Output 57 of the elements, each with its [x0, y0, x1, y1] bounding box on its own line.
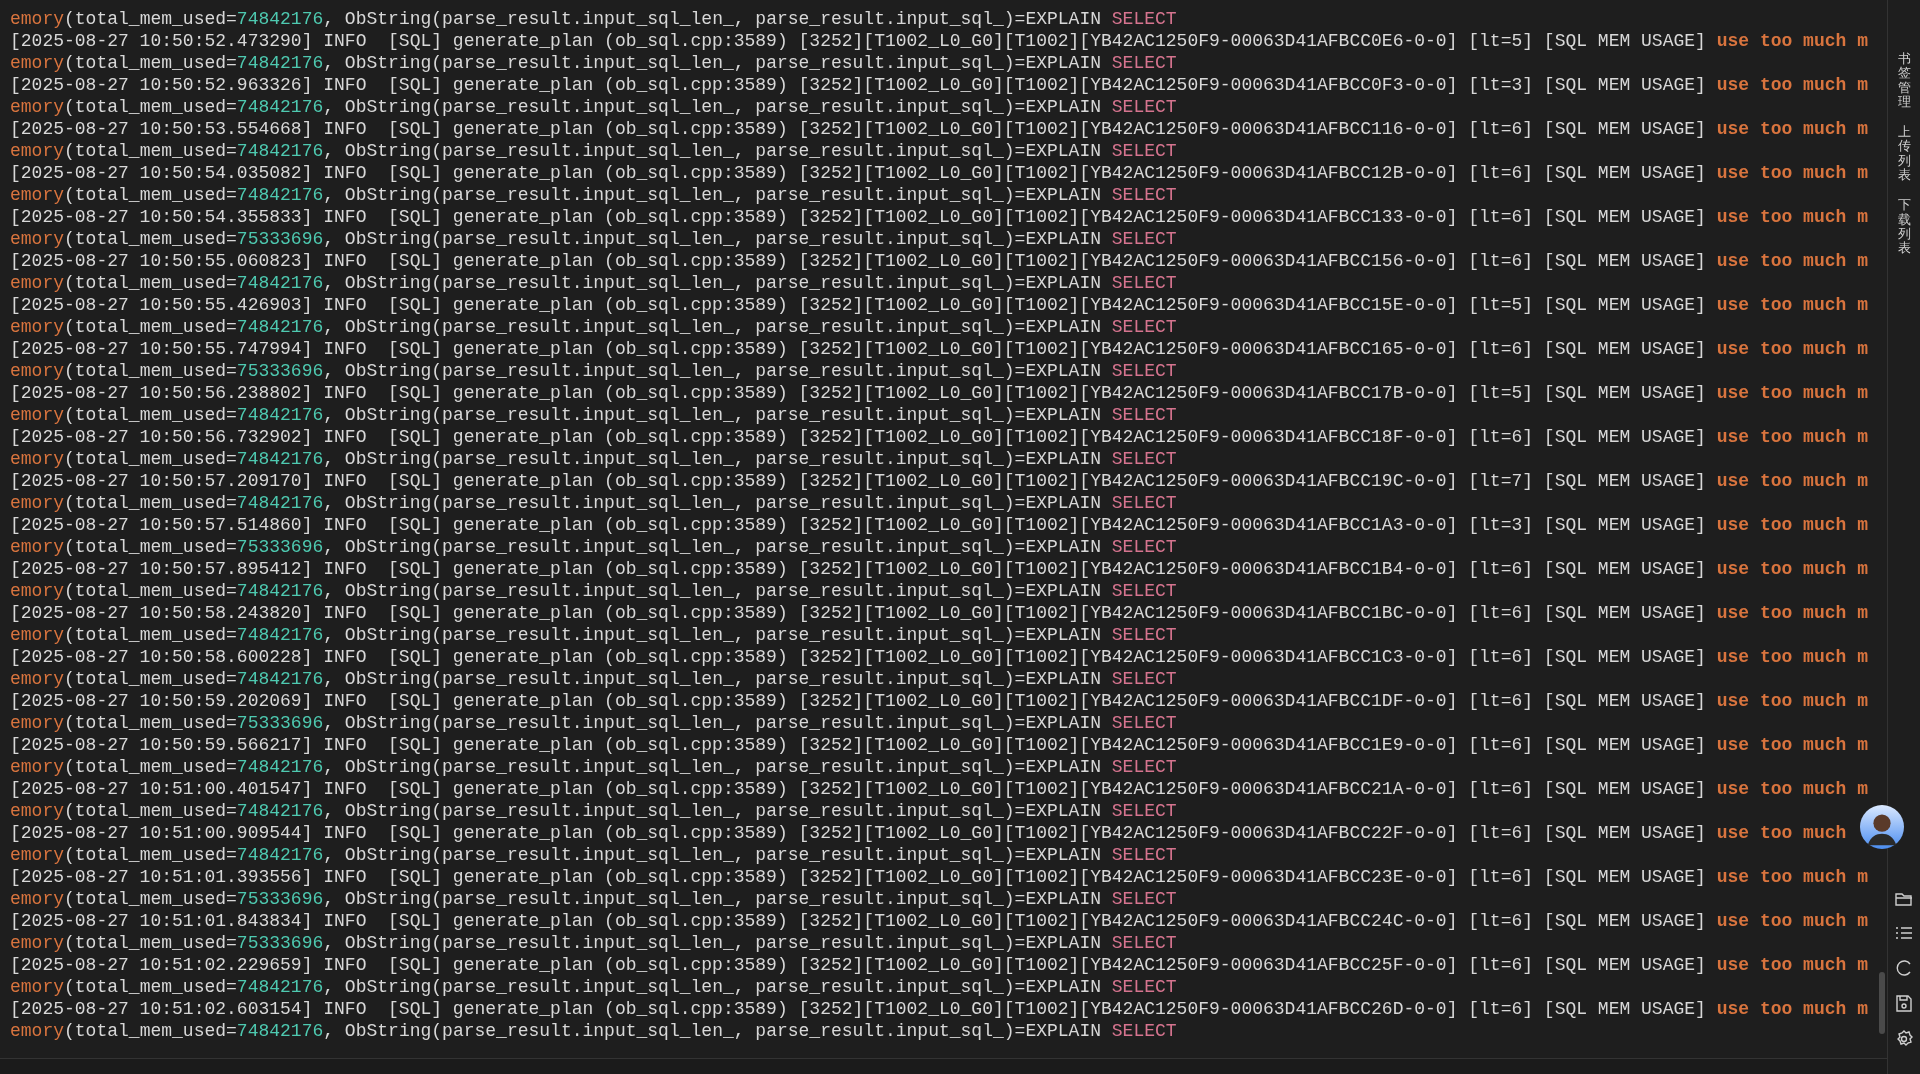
log-line: [2025-08-27 10:50:53.554668] INFO [SQL] generate_plan (ob_sql.cpp:3589) [3252][T1002_L0_G0][T1002][YB42AC1250F9-00063D41AFBCC116-0-0] [lt=6] [SQL MEM USAGE] use too much m [10, 118, 1869, 140]
log-line: [2025-08-27 10:51:01.843834] INFO [SQL] generate_plan (ob_sql.cpp:3589) [3252][T1002_L0_G0][T1002][YB42AC1250F9-00063D41AFBCC24C-0-0] [lt=6] [SQL MEM USAGE] use too much m [10, 910, 1869, 932]
log-line: [2025-08-27 10:51:02.229659] INFO [SQL] generate_plan (ob_sql.cpp:3589) [3252][T1002_L0_G0][T1002][YB42AC1250F9-00063D41AFBCC25F-0-0] [lt=6] [SQL MEM USAGE] use too much m [10, 954, 1869, 976]
folder-icon[interactable] [1895, 891, 1913, 907]
log-line: emory(total_mem_used=74842176, ObString(parse_result.input_sql_len_, parse_result.input_sql_)=EXPLAIN SELECT [10, 624, 1178, 646]
log-line: [2025-08-27 10:51:00.909544] INFO [SQL] generate_plan (ob_sql.cpp:3589) [3252][T1002_L0_G0][T1002][YB42AC1250F9-00063D41AFBCC22F-0-0] [lt=6] [SQL MEM USAGE] use too much [10, 822, 1848, 844]
log-line: [2025-08-27 10:50:55.426903] INFO [SQL] generate_plan (ob_sql.cpp:3589) [3252][T1002_L0_G0][T1002][YB42AC1250F9-00063D41AFBCC15E-0-0] [lt=5] [SQL MEM USAGE] use too much m [10, 294, 1869, 316]
log-line: emory(total_mem_used=74842176, ObString(parse_result.input_sql_len_, parse_result.input_sql_)=EXPLAIN SELECT [10, 404, 1178, 426]
log-line: emory(total_mem_used=75333696, ObString(parse_result.input_sql_len_, parse_result.input_sql_)=EXPLAIN SELECT [10, 888, 1178, 910]
log-line: emory(total_mem_used=75333696, ObString(parse_result.input_sql_len_, parse_result.input_sql_)=EXPLAIN SELECT [10, 712, 1178, 734]
log-line: [2025-08-27 10:50:58.600228] INFO [SQL] generate_plan (ob_sql.cpp:3589) [3252][T1002_L0_G0][T1002][YB42AC1250F9-00063D41AFBCC1C3-0-0] [lt=6] [SQL MEM USAGE] use too much m [10, 646, 1869, 668]
log-line: emory(total_mem_used=74842176, ObString(parse_result.input_sql_len_, parse_result.input_sql_)=EXPLAIN SELECT [10, 448, 1178, 470]
side-tab[interactable]: 上传列表 [1897, 125, 1911, 183]
log-line: emory(total_mem_used=74842176, ObString(parse_result.input_sql_len_, parse_result.input_sql_)=EXPLAIN SELECT [10, 976, 1178, 998]
log-line: emory(total_mem_used=74842176, ObString(parse_result.input_sql_len_, parse_result.input_sql_)=EXPLAIN SELECT [10, 580, 1178, 602]
log-line: emory(total_mem_used=74842176, ObString(parse_result.input_sql_len_, parse_result.input_sql_)=EXPLAIN SELECT [10, 96, 1178, 118]
log-line: [2025-08-27 10:50:55.060823] INFO [SQL] generate_plan (ob_sql.cpp:3589) [3252][T1002_L0_G0][T1002][YB42AC1250F9-00063D41AFBCC156-0-0] [lt=6] [SQL MEM USAGE] use too much m [10, 250, 1869, 272]
log-line: emory(total_mem_used=74842176, ObString(parse_result.input_sql_len_, parse_result.input_sql_)=EXPLAIN SELECT [10, 668, 1178, 690]
log-line: emory(total_mem_used=74842176, ObString(parse_result.input_sql_len_, parse_result.input_sql_)=EXPLAIN SELECT [10, 492, 1178, 514]
log-line: emory(total_mem_used=74842176, ObString(parse_result.input_sql_len_, parse_result.input_sql_)=EXPLAIN SELECT [10, 184, 1178, 206]
log-line: [2025-08-27 10:50:56.732902] INFO [SQL] generate_plan (ob_sql.cpp:3589) [3252][T1002_L0_G0][T1002][YB42AC1250F9-00063D41AFBCC18F-0-0] [lt=6] [SQL MEM USAGE] use too much m [10, 426, 1869, 448]
side-tab[interactable]: 书签管理 [1897, 52, 1911, 110]
log-line: [2025-08-27 10:50:57.514860] INFO [SQL] generate_plan (ob_sql.cpp:3589) [3252][T1002_L0_G0][T1002][YB42AC1250F9-00063D41AFBCC1A3-0-0] [lt=3] [SQL MEM USAGE] use too much m [10, 514, 1869, 536]
log-line: [2025-08-27 10:50:54.355833] INFO [SQL] generate_plan (ob_sql.cpp:3589) [3252][T1002_L0_G0][T1002][YB42AC1250F9-00063D41AFBCC133-0-0] [lt=6] [SQL MEM USAGE] use too much m [10, 206, 1869, 228]
log-line: [2025-08-27 10:50:52.473290] INFO [SQL] generate_plan (ob_sql.cpp:3589) [3252][T1002_L0_G0][T1002][YB42AC1250F9-00063D41AFBCC0E6-0-0] [lt=5] [SQL MEM USAGE] use too much m [10, 30, 1869, 52]
log-line: emory(total_mem_used=74842176, ObString(parse_result.input_sql_len_, parse_result.input_sql_)=EXPLAIN SELECT [10, 272, 1178, 294]
log-line: emory(total_mem_used=75333696, ObString(parse_result.input_sql_len_, parse_result.input_sql_)=EXPLAIN SELECT [10, 932, 1178, 954]
log-line: emory(total_mem_used=74842176, ObString(parse_result.input_sql_len_, parse_result.input_sql_)=EXPLAIN SELECT [10, 800, 1178, 822]
log-line: emory(total_mem_used=74842176, ObString(parse_result.input_sql_len_, parse_result.input_sql_)=EXPLAIN SELECT [10, 8, 1178, 30]
save-icon[interactable] [1896, 995, 1912, 1012]
log-line: [2025-08-27 10:50:59.202069] INFO [SQL] generate_plan (ob_sql.cpp:3589) [3252][T1002_L0_G0][T1002][YB42AC1250F9-00063D41AFBCC1DF-0-0] [lt=6] [SQL MEM USAGE] use too much m [10, 690, 1869, 712]
refresh-icon[interactable] [1895, 959, 1913, 977]
log-line: [2025-08-27 10:51:00.401547] INFO [SQL] generate_plan (ob_sql.cpp:3589) [3252][T1002_L0_G0][T1002][YB42AC1250F9-00063D41AFBCC21A-0-0] [lt=6] [SQL MEM USAGE] use too much m [10, 778, 1869, 800]
log-line: [2025-08-27 10:50:57.895412] INFO [SQL] generate_plan (ob_sql.cpp:3589) [3252][T1002_L0_G0][T1002][YB42AC1250F9-00063D41AFBCC1B4-0-0] [lt=6] [SQL MEM USAGE] use too much m [10, 558, 1869, 580]
log-line: [2025-08-27 10:50:55.747994] INFO [SQL] generate_plan (ob_sql.cpp:3589) [3252][T1002_L0_G0][T1002][YB42AC1250F9-00063D41AFBCC165-0-0] [lt=6] [SQL MEM USAGE] use too much m [10, 338, 1869, 360]
settings-icon[interactable] [1895, 1030, 1913, 1048]
log-line: [2025-08-27 10:50:56.238802] INFO [SQL] generate_plan (ob_sql.cpp:3589) [3252][T1002_L0_G0][T1002][YB42AC1250F9-00063D41AFBCC17B-0-0] [lt=5] [SQL MEM USAGE] use too much m [10, 382, 1869, 404]
log-line: [2025-08-27 10:50:58.243820] INFO [SQL] generate_plan (ob_sql.cpp:3589) [3252][T1002_L0_G0][T1002][YB42AC1250F9-00063D41AFBCC1BC-0-0] [lt=6] [SQL MEM USAGE] use too much m [10, 602, 1869, 624]
log-line: emory(total_mem_used=74842176, ObString(parse_result.input_sql_len_, parse_result.input_sql_)=EXPLAIN SELECT [10, 1020, 1178, 1042]
log-line: emory(total_mem_used=74842176, ObString(parse_result.input_sql_len_, parse_result.input_sql_)=EXPLAIN SELECT [10, 844, 1178, 866]
log-line: emory(total_mem_used=75333696, ObString(parse_result.input_sql_len_, parse_result.input_sql_)=EXPLAIN SELECT [10, 360, 1178, 382]
log-line: emory(total_mem_used=74842176, ObString(parse_result.input_sql_len_, parse_result.input_sql_)=EXPLAIN SELECT [10, 140, 1178, 162]
log-line: emory(total_mem_used=75333696, ObString(parse_result.input_sql_len_, parse_result.input_sql_)=EXPLAIN SELECT [10, 536, 1178, 558]
log-line: [2025-08-27 10:50:54.035082] INFO [SQL] generate_plan (ob_sql.cpp:3589) [3252][T1002_L0_G0][T1002][YB42AC1250F9-00063D41AFBCC12B-0-0] [lt=6] [SQL MEM USAGE] use too much m [10, 162, 1869, 184]
log-line: [2025-08-27 10:50:57.209170] INFO [SQL] generate_plan (ob_sql.cpp:3589) [3252][T1002_L0_G0][T1002][YB42AC1250F9-00063D41AFBCC19C-0-0] [lt=7] [SQL MEM USAGE] use too much m [10, 470, 1869, 492]
log-line: emory(total_mem_used=74842176, ObString(parse_result.input_sql_len_, parse_result.input_sql_)=EXPLAIN SELECT [10, 316, 1178, 338]
list-icon[interactable] [1895, 925, 1913, 941]
log-line: [2025-08-27 10:50:52.963326] INFO [SQL] generate_plan (ob_sql.cpp:3589) [3252][T1002_L0_G0][T1002][YB42AC1250F9-00063D41AFBCC0F3-0-0] [lt=3] [SQL MEM USAGE] use too much m [10, 74, 1869, 96]
avatar[interactable] [1860, 804, 1904, 850]
log-line: [2025-08-27 10:51:01.393556] INFO [SQL] generate_plan (ob_sql.cpp:3589) [3252][T1002_L0_G0][T1002][YB42AC1250F9-00063D41AFBCC23E-0-0] [lt=6] [SQL MEM USAGE] use too much m [10, 866, 1869, 888]
log-line: emory(total_mem_used=74842176, ObString(parse_result.input_sql_len_, parse_result.input_sql_)=EXPLAIN SELECT [10, 52, 1178, 74]
log-line: emory(total_mem_used=74842176, ObString(parse_result.input_sql_len_, parse_result.input_sql_)=EXPLAIN SELECT [10, 756, 1178, 778]
log-line: [2025-08-27 10:50:59.566217] INFO [SQL] generate_plan (ob_sql.cpp:3589) [3252][T1002_L0_G0][T1002][YB42AC1250F9-00063D41AFBCC1E9-0-0] [lt=6] [SQL MEM USAGE] use too much m [10, 734, 1869, 756]
side-tab[interactable]: 下载列表 [1897, 198, 1911, 256]
log-line: emory(total_mem_used=75333696, ObString(parse_result.input_sql_len_, parse_result.input_sql_)=EXPLAIN SELECT [10, 228, 1178, 250]
log-line: [2025-08-27 10:51:02.603154] INFO [SQL] generate_plan (ob_sql.cpp:3589) [3252][T1002_L0_G0][T1002][YB42AC1250F9-00063D41AFBCC26D-0-0] [lt=6] [SQL MEM USAGE] use too much m [10, 998, 1869, 1020]
scrollbar-thumb[interactable] [1879, 972, 1885, 1034]
